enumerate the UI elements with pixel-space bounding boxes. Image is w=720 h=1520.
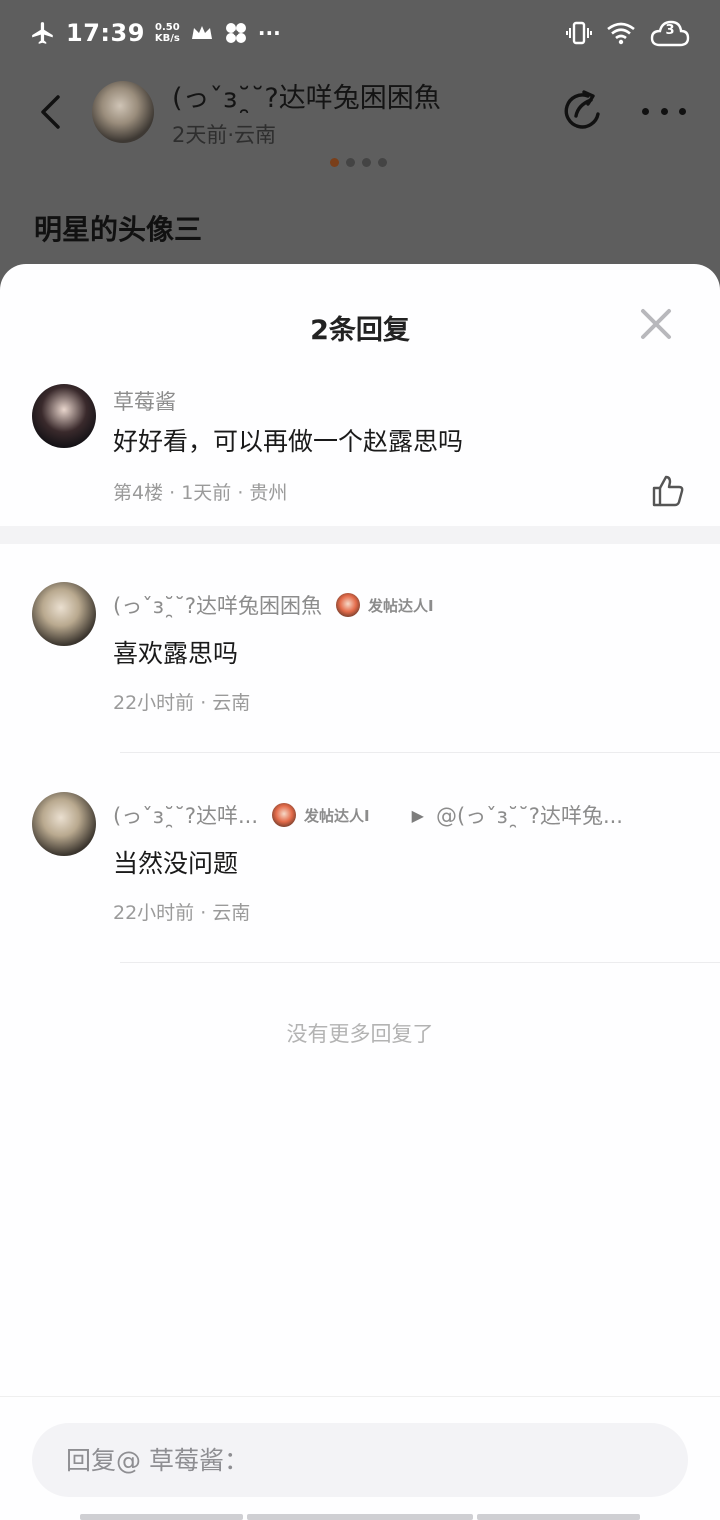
page-dot: [362, 158, 371, 167]
post-title: 明星的头像三: [34, 213, 203, 246]
status-bar: 17:39 0.50 KB/s ··· 3: [0, 0, 720, 66]
more-icon-dot: [679, 107, 686, 115]
net-speed-value: 0.50: [155, 22, 180, 33]
reply-meta: 22小时前 · 云南: [113, 902, 251, 924]
root-comment-text: 好好看，可以再做一个赵露思吗: [113, 427, 464, 456]
reply-target[interactable]: @(っˇɜ˘̯˘?达咩兔...: [436, 800, 623, 830]
reply-input[interactable]: [32, 1423, 688, 1497]
author-avatar[interactable]: [92, 81, 154, 143]
badge-icon: [336, 593, 361, 617]
back-button[interactable]: [30, 92, 70, 132]
reply-header: (っˇɜ˘̯˘?达咩兔困困魚 发帖达人I: [113, 590, 434, 620]
crown-icon: [191, 26, 212, 39]
keyboard-strip: [247, 1514, 473, 1520]
net-speed-unit: KB/s: [154, 33, 180, 44]
status-time: 17:39: [66, 19, 145, 47]
root-comment[interactable]: 草莓酱 好好看，可以再做一个赵露思吗 第4楼 · 1天前 · 贵州: [0, 264, 720, 526]
back-icon: [41, 95, 60, 129]
author-name: (っˇɜ˘̯˘?达咩兔困困魚: [172, 82, 441, 114]
badge-label: 发帖达人I: [304, 806, 370, 825]
reply-text: 喜欢露思吗: [113, 639, 239, 668]
reply-item[interactable]: (っˇɜ˘̯˘?达咩兔困困魚 发帖达人I 喜欢露思吗 22小时前 · 云南: [0, 544, 720, 754]
reply-author[interactable]: (っˇɜ˘̯˘?达咩兔困困魚: [113, 590, 322, 620]
net-speed: 0.50 KB/s: [155, 22, 180, 44]
page-dot: [378, 158, 387, 167]
cloud-count: 3: [665, 23, 675, 38]
reply-header: (っˇɜ˘̯˘?达咩... 发帖达人I ▶ @(っˇɜ˘̯˘?达咩兔...: [113, 800, 623, 830]
no-more-replies: 没有更多回复了: [286, 1022, 434, 1046]
reply-text: 当然没问题: [113, 849, 239, 878]
author-info[interactable]: (っˇɜ˘̯˘?达咩兔困困魚 2天前·云南: [172, 76, 441, 149]
keyboard-strip: [477, 1514, 640, 1520]
more-status-icons: ···: [257, 21, 281, 45]
like-button[interactable]: [651, 474, 685, 508]
vibrate-icon: [566, 21, 592, 45]
thumbs-up-icon: [652, 475, 684, 507]
reply-avatar[interactable]: [32, 792, 96, 856]
post-header: (っˇɜ˘̯˘?达咩兔困困魚 2天前·云南: [0, 70, 720, 154]
root-comment-header: 草莓酱: [113, 386, 176, 416]
airplane-icon: [32, 22, 53, 44]
section-separator: [0, 526, 720, 544]
image-page-indicator: [330, 158, 387, 167]
more-icon-dot: [642, 107, 649, 115]
root-comment-avatar[interactable]: [32, 384, 96, 448]
root-comment-author[interactable]: 草莓酱: [113, 386, 176, 416]
more-button[interactable]: [642, 96, 686, 126]
share-button[interactable]: [560, 88, 606, 134]
fan-icon: [225, 23, 246, 43]
reply-item[interactable]: (っˇɜ˘̯˘?达咩... 发帖达人I ▶ @(っˇɜ˘̯˘?达咩兔... 当然…: [0, 754, 720, 964]
author-meta: 2天前·云南: [172, 122, 277, 147]
more-icon-dot: [660, 107, 668, 115]
share-icon: [564, 90, 600, 129]
reply-meta: 22小时前 · 云南: [113, 692, 251, 714]
reply-input-bar: [0, 1396, 720, 1520]
play-arrow-icon: ▶: [411, 805, 424, 825]
poster-badge: 发帖达人I: [336, 593, 434, 617]
reply-divider: [120, 962, 720, 963]
replies-sheet: 2条回复 草莓酱 好好看，可以再做一个赵露思吗 第4楼 · 1天前 · 贵州 (…: [0, 264, 720, 1520]
reply-avatar[interactable]: [32, 582, 96, 646]
reply-divider: [120, 752, 720, 753]
page-dot: [346, 158, 355, 167]
badge-icon: [272, 803, 297, 827]
keyboard-strip: [80, 1514, 243, 1520]
cloud-icon: 3: [650, 19, 690, 47]
poster-badge: 发帖达人I: [272, 803, 370, 827]
wifi-icon: [607, 22, 635, 45]
page-dot-active: [330, 158, 339, 167]
reply-author[interactable]: (っˇɜ˘̯˘?达咩...: [113, 800, 258, 830]
root-comment-meta: 第4楼 · 1天前 · 贵州: [113, 482, 288, 504]
badge-label: 发帖达人I: [368, 596, 434, 615]
